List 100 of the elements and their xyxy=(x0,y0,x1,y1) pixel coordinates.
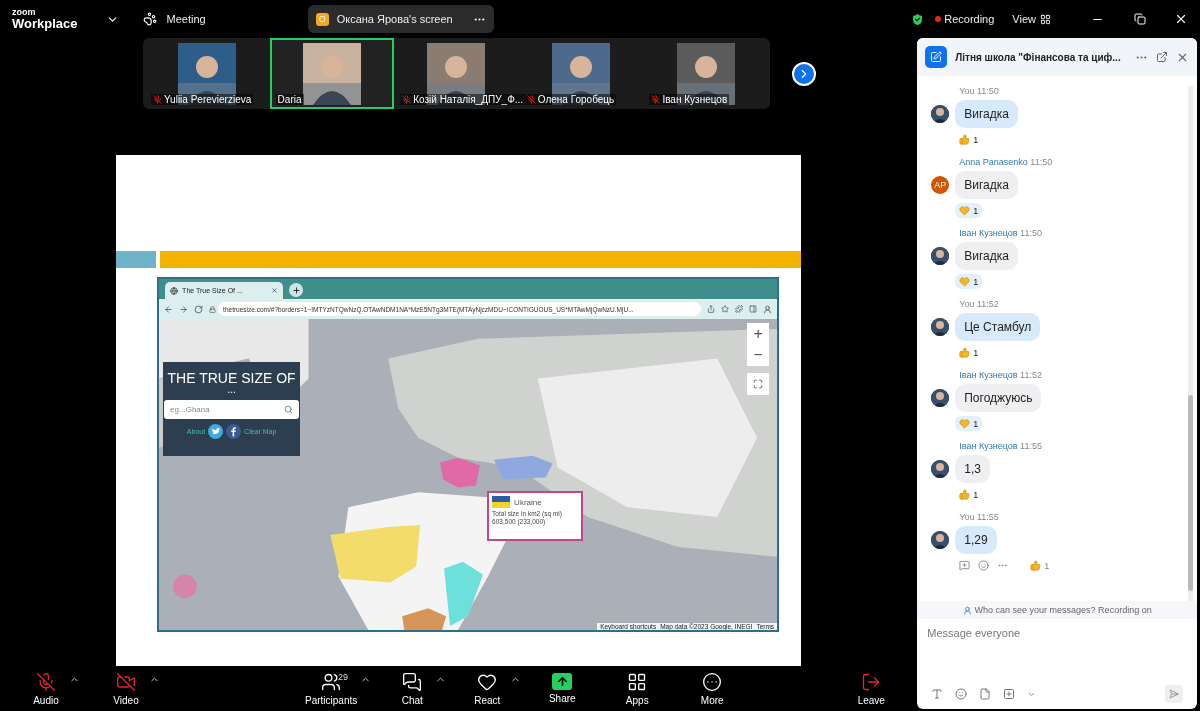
new-tab-button[interactable] xyxy=(289,283,304,297)
message-meta: You 11:50 xyxy=(959,86,1000,96)
reply-icon[interactable] xyxy=(959,560,971,571)
recording-label[interactable]: Recording xyxy=(944,13,995,25)
accent-bar xyxy=(116,251,157,268)
participants-button[interactable]: 29 Participants xyxy=(305,671,358,706)
panel-subtitle: ... xyxy=(227,386,236,394)
audio-button[interactable]: Audio xyxy=(26,671,66,706)
compose-icon[interactable] xyxy=(925,46,948,68)
facebook-icon[interactable] xyxy=(226,424,242,439)
send-icon xyxy=(1169,689,1179,699)
panel-title: THE TRUE SIZE OF xyxy=(167,370,296,386)
screen-share-chip[interactable]: O Оксана Ярова's screen xyxy=(307,5,494,33)
participant-name: Yuliia Perevierzieva xyxy=(151,94,254,105)
heart-icon xyxy=(959,205,971,216)
meeting-label[interactable]: Meeting xyxy=(166,13,206,25)
zoom-in-button[interactable]: + xyxy=(747,323,770,345)
close-icon[interactable] xyxy=(1174,12,1188,26)
reaction-chip[interactable]: 1 xyxy=(955,487,983,502)
message-bubble: Вигадка xyxy=(955,100,1018,128)
paw-icon[interactable] xyxy=(142,12,157,26)
restore-icon[interactable] xyxy=(1134,13,1146,25)
fullscreen-button[interactable] xyxy=(747,373,770,395)
message-bubble: Це Стамбул xyxy=(955,313,1041,341)
text-format-icon[interactable] xyxy=(931,688,944,700)
apps-button[interactable]: Apps xyxy=(617,671,658,706)
message-bubble: Вигадка xyxy=(955,171,1018,199)
participant-tile[interactable]: Іван Кузнецов xyxy=(643,38,768,109)
reaction-chip[interactable]: 1 xyxy=(955,203,983,218)
share-icon xyxy=(552,673,573,690)
zoom-out-button[interactable]: − xyxy=(747,344,770,366)
reaction-chip[interactable]: 1 xyxy=(1026,558,1054,573)
reaction-chip[interactable]: 1 xyxy=(955,345,983,360)
puzzle-icon[interactable] xyxy=(735,305,744,313)
participant-name: Олена Горобець xyxy=(524,94,617,105)
share-button[interactable]: Share xyxy=(542,673,583,704)
thumbs-up-icon xyxy=(959,134,971,145)
thumbs-up-icon xyxy=(959,347,971,358)
reload-icon[interactable] xyxy=(194,304,204,314)
logo-text: Workplace xyxy=(12,17,78,30)
share-badge: O xyxy=(315,12,329,26)
reaction-chip[interactable]: 1 xyxy=(955,416,983,431)
globe-icon xyxy=(170,286,179,295)
participant-name: Козій Наталія_ДПУ_Ф... xyxy=(400,94,526,105)
next-page-button[interactable] xyxy=(792,62,816,86)
message-meta: Іван Кузнецов 11:50 xyxy=(959,228,1043,238)
pop-out-icon[interactable] xyxy=(1156,51,1168,63)
send-button[interactable] xyxy=(1165,685,1183,703)
chat-icon xyxy=(402,671,423,692)
chat-title: Літня школа "Фінансова та циф... xyxy=(955,51,1122,63)
fullscreen-icon xyxy=(753,379,764,389)
grid-icon[interactable] xyxy=(1040,13,1051,25)
emoji-icon[interactable] xyxy=(955,688,968,700)
emoji-icon[interactable] xyxy=(978,560,990,571)
view-label[interactable]: View xyxy=(1012,13,1036,25)
flag-icon xyxy=(492,496,511,508)
thumbs-up-icon xyxy=(959,489,971,500)
message-meta: You 11:52 xyxy=(959,299,1000,309)
forward-icon[interactable] xyxy=(179,304,189,314)
participant-tile[interactable]: Daria xyxy=(269,38,395,109)
heart-icon xyxy=(959,276,971,287)
screenshot-icon[interactable] xyxy=(1003,688,1016,700)
message-bubble: Вигадка xyxy=(955,242,1018,270)
more-button[interactable]: More xyxy=(692,671,733,706)
avatar: AP xyxy=(931,176,950,194)
thumbs-up-icon xyxy=(1030,560,1042,571)
video-off-icon xyxy=(116,671,136,692)
participant-name: Іван Кузнецов xyxy=(649,94,730,105)
bird-icon[interactable] xyxy=(208,424,224,439)
logo-text: zoom xyxy=(12,8,37,17)
react-button[interactable]: React xyxy=(467,671,508,706)
muted-microphone-icon xyxy=(36,671,56,692)
more-icon xyxy=(702,671,723,692)
back-icon[interactable] xyxy=(164,304,174,314)
star-icon[interactable] xyxy=(721,305,730,313)
reaction-chip[interactable]: 1 xyxy=(955,132,983,147)
video-button[interactable]: Video xyxy=(106,671,146,706)
reaction-chip[interactable]: 1 xyxy=(955,274,983,289)
chat-button[interactable]: Chat xyxy=(392,671,433,706)
leave-button[interactable]: Leave xyxy=(851,671,892,706)
file-icon[interactable] xyxy=(979,688,992,700)
message-meta: Іван Кузнецов 11:55 xyxy=(959,441,1043,451)
share-icon[interactable] xyxy=(707,305,716,313)
profile-icon[interactable] xyxy=(763,304,773,314)
message-bubble: 1,29 xyxy=(955,526,997,554)
sidebar-icon[interactable] xyxy=(749,305,758,313)
participant-tile[interactable]: Yuliia Perevierzieva xyxy=(145,38,270,109)
search-icon[interactable] xyxy=(284,405,294,414)
heart-icon xyxy=(959,418,971,429)
person-icon xyxy=(962,605,972,615)
message-meta: Anna Panasenko 11:50 xyxy=(959,157,1054,167)
apps-icon xyxy=(627,671,648,692)
scrollbar-thumb[interactable] xyxy=(1188,395,1193,591)
search-field[interactable]: eg...Ghana xyxy=(164,400,300,419)
tooltip-country: Ukraine xyxy=(514,497,542,507)
recording-dot xyxy=(935,16,942,22)
participant-name: Daria xyxy=(275,94,304,105)
message-bubble: 1,3 xyxy=(955,455,990,483)
lock-icon xyxy=(209,305,217,313)
plus-icon xyxy=(291,285,301,295)
